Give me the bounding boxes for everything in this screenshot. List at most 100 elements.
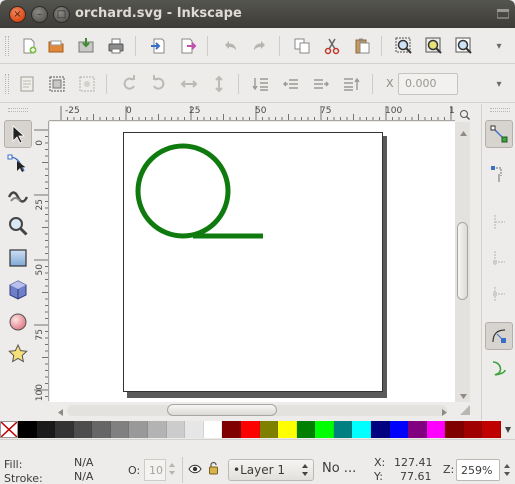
zoom-field[interactable]: 259%	[456, 459, 500, 481]
color-swatch[interactable]	[445, 421, 464, 438]
select-all-icon[interactable]	[16, 73, 38, 95]
palette-scroll-icon[interactable]	[501, 421, 515, 438]
lower-to-bottom-icon[interactable]	[250, 73, 272, 95]
color-swatch[interactable]	[203, 421, 223, 438]
opacity-spin-icon[interactable]	[168, 461, 176, 480]
vertical-ruler[interactable]: 0 25 50 75 100	[34, 121, 49, 401]
color-swatch[interactable]	[482, 421, 502, 438]
rotate-cw-icon[interactable]	[148, 73, 170, 95]
import-icon[interactable]	[147, 35, 169, 57]
flip-vertical-icon[interactable]	[208, 73, 230, 95]
zoom-drawing-icon[interactable]	[423, 35, 445, 57]
scroll-down-icon[interactable]	[460, 390, 467, 399]
print-icon[interactable]	[105, 35, 127, 57]
horizontal-ruler[interactable]: -25 0 25 50 75 100 125	[49, 106, 455, 121]
color-swatch[interactable]	[352, 421, 371, 438]
zoom-tool-button[interactable]	[4, 212, 32, 240]
snap-nodes-button[interactable]	[485, 322, 513, 350]
undo-icon[interactable]	[219, 35, 241, 57]
fill-value[interactable]: N/A	[74, 456, 93, 469]
toolbar-grip[interactable]	[5, 74, 9, 94]
stroke-value[interactable]: N/A	[74, 470, 93, 483]
scroll-right-icon[interactable]	[442, 406, 448, 419]
drawing-canvas[interactable]	[50, 122, 455, 402]
color-swatch[interactable]	[55, 421, 74, 438]
open-folder-icon[interactable]	[45, 35, 67, 57]
snap-bbox-button[interactable]	[485, 160, 513, 188]
paste-icon[interactable]	[351, 35, 373, 57]
horizontal-scrollbar[interactable]	[49, 402, 455, 418]
color-swatch[interactable]	[259, 421, 279, 438]
color-swatch[interactable]	[370, 421, 390, 438]
color-swatch[interactable]	[408, 421, 427, 438]
color-swatch[interactable]	[240, 421, 260, 438]
3d-box-tool-button[interactable]	[4, 276, 32, 304]
color-swatch[interactable]	[73, 421, 93, 438]
close-window-button[interactable]: ×	[9, 6, 26, 23]
color-swatch[interactable]	[148, 421, 167, 438]
tweak-tool-button[interactable]	[4, 180, 32, 208]
maximize-window-button[interactable]: □	[53, 6, 70, 23]
zoom-page-icon[interactable]	[453, 35, 475, 57]
redo-icon[interactable]	[249, 35, 271, 57]
color-swatch[interactable]	[36, 421, 56, 438]
save-icon[interactable]	[75, 35, 97, 57]
title-bar[interactable]: × – □ orchard.svg - Inkscape	[0, 0, 515, 28]
export-icon[interactable]	[177, 35, 199, 57]
raise-icon[interactable]	[310, 73, 332, 95]
toolbar-grip[interactable]	[5, 36, 9, 56]
lock-layer-icon[interactable]	[208, 461, 219, 478]
toolbox-grip[interactable]	[8, 108, 28, 112]
color-swatch[interactable]	[315, 421, 334, 438]
lower-icon[interactable]	[280, 73, 302, 95]
flip-horizontal-icon[interactable]	[178, 73, 200, 95]
vertical-scroll-thumb[interactable]	[457, 222, 468, 300]
color-swatch[interactable]	[389, 421, 409, 438]
color-swatch[interactable]	[18, 421, 37, 438]
zoom-spin-icon[interactable]	[503, 462, 511, 481]
vertical-scrollbar[interactable]	[455, 110, 470, 402]
color-swatch[interactable]	[278, 421, 297, 438]
raise-to-top-icon[interactable]	[340, 73, 362, 95]
color-swatch[interactable]	[110, 421, 130, 438]
green-circle-path[interactable]	[135, 143, 231, 239]
color-swatch[interactable]	[185, 421, 204, 438]
select-all-layers-icon[interactable]	[46, 73, 68, 95]
node-tool-button[interactable]	[4, 150, 32, 178]
color-swatch[interactable]	[129, 421, 149, 438]
horizontal-scroll-thumb[interactable]	[167, 404, 277, 416]
new-document-icon[interactable]	[18, 35, 40, 57]
color-swatch[interactable]	[222, 421, 241, 438]
opacity-field[interactable]: 10	[144, 459, 166, 481]
window-menu-icon[interactable]	[497, 9, 509, 19]
minimize-window-button[interactable]: –	[31, 6, 48, 23]
copy-icon[interactable]	[291, 35, 313, 57]
lock-guides-icon[interactable]	[459, 109, 470, 120]
no-paint-swatch[interactable]	[0, 421, 18, 438]
color-swatch[interactable]	[296, 421, 316, 438]
color-swatch[interactable]	[426, 421, 446, 438]
ellipse-tool-button[interactable]	[4, 308, 32, 336]
color-swatch[interactable]	[333, 421, 353, 438]
visibility-eye-icon[interactable]	[188, 464, 202, 477]
scroll-left-icon[interactable]	[57, 406, 63, 419]
zoom-selection-icon[interactable]	[393, 35, 415, 57]
color-swatch[interactable]	[92, 421, 111, 438]
color-swatch[interactable]	[463, 421, 483, 438]
cut-icon[interactable]	[321, 35, 343, 57]
overflow-arrow-icon[interactable]: ▾	[488, 35, 510, 57]
snap-paths-button[interactable]	[485, 354, 513, 382]
drawing-shapes[interactable]	[50, 122, 455, 402]
snapbar-grip[interactable]	[490, 108, 510, 112]
scroll-up-icon[interactable]	[460, 126, 467, 136]
star-tool-button[interactable]	[4, 340, 32, 368]
current-layer-dropdown[interactable]: •Layer 1	[228, 459, 314, 481]
rotate-ccw-icon[interactable]	[118, 73, 140, 95]
color-swatch[interactable]	[166, 421, 186, 438]
snap-bbox-corner-button[interactable]	[485, 244, 513, 272]
selector-tool-button[interactable]	[4, 120, 32, 148]
overflow-arrow-icon[interactable]: ▾	[488, 73, 510, 95]
snap-bbox-edge-button[interactable]	[485, 208, 513, 236]
x-coordinate-field[interactable]: 0.000	[398, 73, 458, 95]
color-manage-icon[interactable]	[459, 404, 471, 419]
